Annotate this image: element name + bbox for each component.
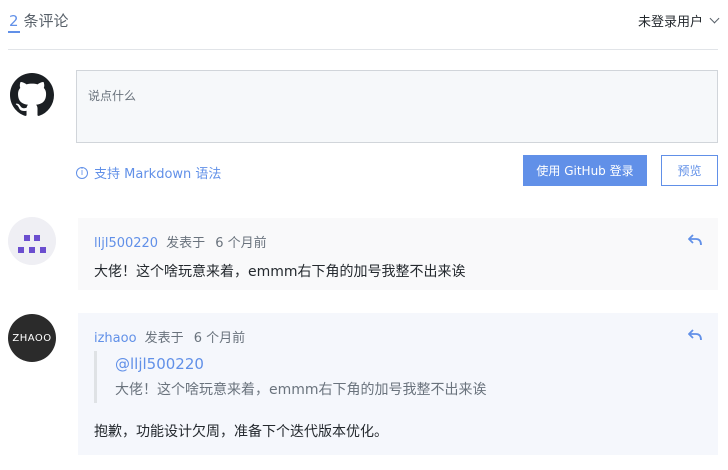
- comments-header: 2 条评论 未登录用户: [8, 0, 720, 50]
- github-icon: [10, 73, 54, 116]
- comment-count-label: 条评论: [23, 12, 69, 30]
- reply-icon[interactable]: [688, 234, 702, 246]
- comment-body: 大佬！这个啥玩意来着，emmm右下角的加号我整不出来诶: [94, 264, 466, 280]
- comment-time: 6 个月前: [215, 236, 267, 251]
- avatar[interactable]: ZHAOO: [8, 314, 56, 362]
- info-icon: i: [76, 166, 88, 179]
- chevron-down-icon: [709, 13, 720, 24]
- user-menu[interactable]: 未登录用户: [637, 11, 720, 30]
- reply-icon[interactable]: [688, 329, 702, 341]
- comment-body: 抱歉，功能设计欠周，准备下个迭代版本优化。: [94, 424, 388, 440]
- comment-count-number: 2: [8, 12, 20, 33]
- comment-author-link[interactable]: lljl500220: [94, 236, 158, 251]
- comment-meta: izhaoo 发表于 6 个月前: [94, 327, 245, 346]
- github-login-label: 使用 GitHub 登录: [536, 164, 634, 178]
- comment-count: 2 条评论: [8, 10, 69, 33]
- comment-posted-label: 发表于: [166, 236, 206, 251]
- comment-textarea[interactable]: 说点什么: [76, 70, 718, 143]
- quote-mention-link[interactable]: @lljl500220: [115, 355, 694, 373]
- preview-label: 预览: [677, 164, 702, 178]
- github-login-button[interactable]: 使用 GitHub 登录: [523, 155, 647, 186]
- comment-time: 6 个月前: [193, 331, 246, 346]
- preview-button[interactable]: 预览: [661, 155, 718, 186]
- avatar-text: ZHAOO: [12, 332, 52, 344]
- comment-widget: 2 条评论 未登录用户 说点什么 i 支持 Markdown 语法 使用 GitH…: [0, 0, 728, 470]
- markdown-hint-link[interactable]: i 支持 Markdown 语法: [76, 163, 221, 182]
- markdown-hint-label: 支持 Markdown 语法: [94, 167, 222, 182]
- user-menu-label: 未登录用户: [637, 15, 703, 30]
- comment-author-link[interactable]: izhaoo: [94, 331, 137, 346]
- quote-text: 大佬！这个啥玩意来着，emmm右下角的加号我整不出来诶: [115, 382, 487, 398]
- comment-placeholder: 说点什么: [88, 89, 137, 103]
- comment-item: izhaoo 发表于 6 个月前 @lljl500220 大佬！这个啥玩意来着，e…: [78, 313, 718, 455]
- comment-meta: lljl500220 发表于 6 个月前: [94, 232, 267, 251]
- quoted-reply: @lljl500220 大佬！这个啥玩意来着，emmm右下角的加号我整不出来诶: [94, 351, 694, 403]
- comment-posted-label: 发表于: [144, 331, 184, 346]
- comment-item: lljl500220 发表于 6 个月前 大佬！这个啥玩意来着，emmm右下角的加…: [78, 218, 718, 290]
- avatar[interactable]: [8, 217, 56, 265]
